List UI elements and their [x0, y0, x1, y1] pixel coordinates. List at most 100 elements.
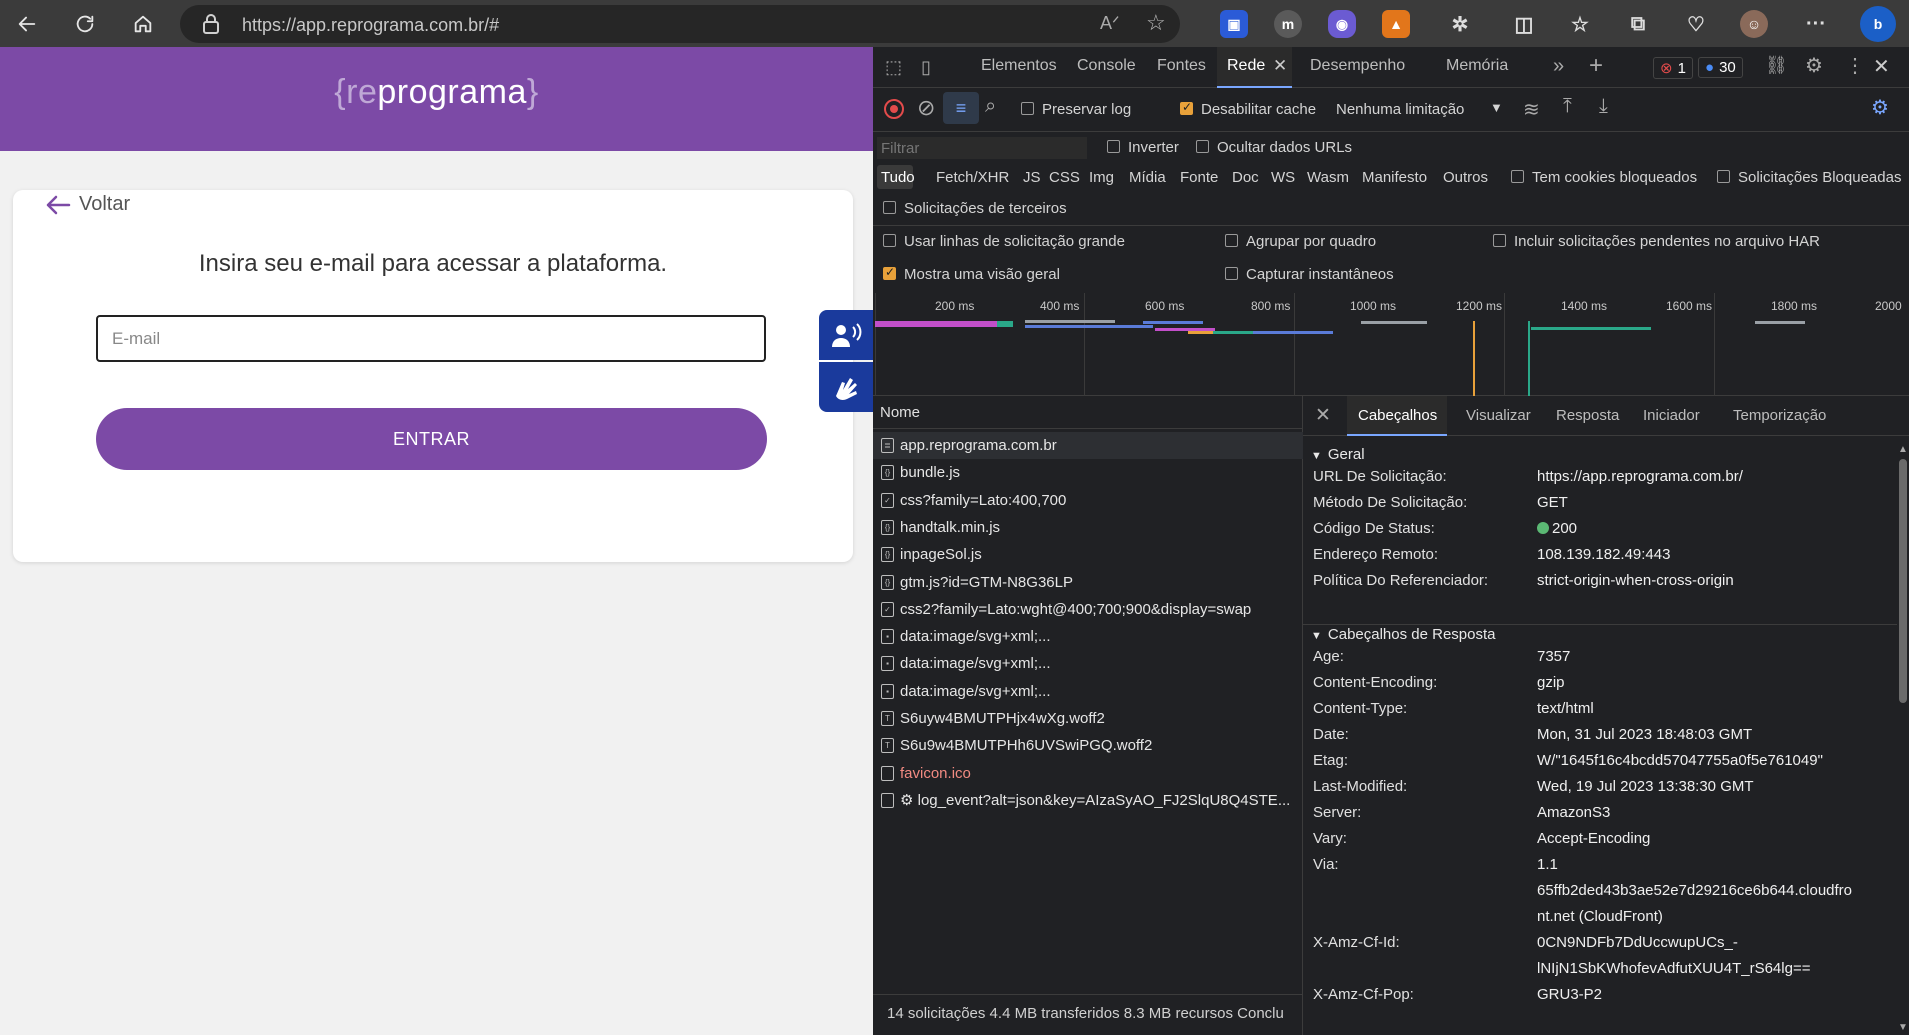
export-har-icon[interactable]: ⤓ — [1599, 95, 1608, 118]
home-icon[interactable] — [126, 7, 160, 41]
add-tab-icon[interactable]: + — [1589, 52, 1603, 80]
type-filter-midia[interactable]: Mídia — [1129, 169, 1166, 186]
type-filter-fonte[interactable]: Fonte — [1180, 169, 1218, 186]
tab-visualizar[interactable]: Visualizar — [1466, 407, 1531, 424]
address-bar[interactable]: https://app.reprograma.com.br/# Aᐟ ☆ — [180, 5, 1180, 43]
back-arrow-icon[interactable] — [10, 7, 44, 41]
clear-icon[interactable]: ⊘ — [917, 95, 935, 121]
filter-icon[interactable]: ≡ — [943, 92, 979, 124]
request-row[interactable]: T S6u9w4BMUTPHh6UVSwiPGQ.woff2 — [873, 732, 1303, 759]
group-by-frame-checkbox[interactable]: Agrupar por quadro — [1225, 233, 1376, 250]
settings-gear-icon[interactable]: ⚙ — [1805, 53, 1823, 78]
type-filter-ws[interactable]: WS — [1271, 169, 1295, 186]
network-conditions-icon[interactable]: ≋ — [1523, 97, 1540, 122]
type-filter-js[interactable]: JS — [1023, 169, 1041, 186]
inspect-element-icon[interactable]: ⬚ — [885, 57, 902, 78]
import-har-icon[interactable]: ⤒ — [1563, 95, 1572, 118]
refresh-icon[interactable] — [68, 7, 102, 41]
device-toolbar-icon[interactable]: ▯ — [921, 57, 931, 78]
split-screen-icon[interactable]: ◫ — [1510, 10, 1538, 38]
close-details-icon[interactable]: ✕ — [1315, 404, 1331, 427]
request-row[interactable]: ⚙ log_event?alt=json&key=AIzaSyAO_FJ2Slq… — [873, 787, 1303, 814]
scroll-down-icon[interactable]: ▼ — [1898, 1022, 1908, 1033]
more-menu-icon[interactable]: ··· — [1802, 10, 1830, 38]
type-filter-manifesto[interactable]: Manifesto — [1362, 169, 1427, 186]
response-headers-section[interactable]: ▼ Cabeçalhos de Resposta — [1311, 626, 1496, 643]
type-filter-img[interactable]: Img — [1089, 169, 1114, 186]
extension-shield-icon[interactable]: ▣ — [1220, 10, 1248, 38]
request-row[interactable]: {} gtm.js?id=GTM-N8G36LP — [873, 569, 1303, 596]
include-pending-checkbox[interactable]: Incluir solicitações pendentes no arquiv… — [1493, 233, 1820, 250]
type-filter-doc[interactable]: Doc — [1232, 169, 1259, 186]
handtalk-sign-language-icon[interactable] — [819, 362, 873, 412]
favorites-icon[interactable]: ☆ — [1566, 10, 1594, 38]
extension-m-icon[interactable]: m — [1274, 10, 1302, 38]
third-party-checkbox[interactable]: Solicitações de terceiros — [883, 200, 1067, 217]
scrollbar-thumb[interactable] — [1899, 459, 1907, 703]
message-badge[interactable]: ● 30 — [1698, 57, 1743, 78]
connected-devices-icon[interactable]: ⛓ — [1765, 55, 1788, 76]
close-devtools-icon[interactable]: ✕ — [1873, 54, 1890, 79]
request-row[interactable]: {} handtalk.min.js — [873, 514, 1303, 541]
filter-input[interactable] — [877, 137, 1087, 159]
request-row[interactable]: ▪ data:image/svg+xml;... — [873, 623, 1303, 650]
type-filter-wasm[interactable]: Wasm — [1307, 169, 1349, 186]
tab-desempenho[interactable]: Desempenho — [1310, 57, 1405, 75]
extensions-puzzle-icon[interactable]: ✲ — [1446, 10, 1474, 38]
type-filter-tudo[interactable]: Tudo — [881, 169, 915, 186]
request-row[interactable]: {} inpageSol.js — [873, 541, 1303, 568]
preserve-log-checkbox[interactable]: Preservar log — [1021, 101, 1131, 118]
invert-checkbox[interactable]: Inverter — [1107, 139, 1179, 156]
tab-fontes[interactable]: Fontes — [1157, 57, 1206, 75]
disable-cache-checkbox[interactable]: Desabilitar cache — [1180, 100, 1316, 118]
performance-heart-icon[interactable]: ♡ — [1682, 10, 1710, 38]
screenshots-checkbox[interactable]: Capturar instantâneos — [1225, 266, 1394, 283]
email-field[interactable] — [96, 315, 766, 362]
tab-cabecalhos[interactable]: Cabeçalhos — [1347, 396, 1447, 436]
blocked-requests-checkbox[interactable]: Solicitações Bloqueadas — [1717, 169, 1901, 186]
general-section[interactable]: ▼ Geral — [1311, 446, 1365, 463]
type-filter-fetch[interactable]: Fetch/XHR — [936, 169, 1009, 186]
tab-console[interactable]: Console — [1077, 57, 1136, 75]
back-link[interactable]: Voltar — [45, 193, 130, 216]
error-badge[interactable]: ⊗ 1 — [1653, 57, 1693, 79]
metamask-fox-icon[interactable]: ▲ — [1382, 10, 1410, 38]
request-row[interactable]: {} bundle.js — [873, 459, 1303, 486]
record-stop-icon[interactable] — [884, 99, 904, 119]
avatar[interactable]: ☺ — [1740, 10, 1768, 38]
request-row[interactable]: favicon.ico — [873, 760, 1303, 787]
overview-checkbox[interactable]: Mostra uma visão geral — [883, 265, 1060, 283]
search-icon[interactable]: ⌕ — [985, 95, 996, 118]
request-row[interactable]: ▪ data:image/svg+xml;... — [873, 678, 1303, 705]
kebab-menu-icon[interactable]: ⋮ — [1845, 53, 1865, 78]
read-aloud-icon[interactable]: Aᐟ — [1100, 13, 1120, 34]
collections-icon[interactable]: ⧉ — [1624, 10, 1652, 38]
scroll-up-icon[interactable]: ▲ — [1898, 444, 1908, 455]
network-overview-timeline[interactable]: 200 ms 400 ms 600 ms 800 ms 1000 ms 1200… — [873, 293, 1909, 396]
type-filter-css[interactable]: CSS — [1049, 169, 1080, 186]
tab-memoria[interactable]: Memória — [1446, 57, 1508, 75]
bing-copilot-icon[interactable]: b — [1860, 6, 1896, 42]
tab-resposta[interactable]: Resposta — [1556, 407, 1619, 424]
type-filter-outros[interactable]: Outros — [1443, 169, 1488, 186]
throttling-select[interactable]: Nenhuma limitação ▼ — [1336, 100, 1506, 118]
request-row[interactable]: T S6uyw4BMUTPHjx4wXg.woff2 — [873, 705, 1303, 732]
tab-elementos[interactable]: Elementos — [981, 57, 1057, 75]
details-scrollbar[interactable]: ▲ ▼ — [1897, 444, 1909, 1035]
favorite-star-icon[interactable]: ☆ — [1146, 10, 1166, 36]
more-tabs-chevron-icon[interactable]: » — [1553, 55, 1564, 78]
network-settings-gear-icon[interactable]: ⚙ — [1871, 95, 1889, 120]
request-row[interactable]: ✓ css2?family=Lato:wght@400;700;900&displ… — [873, 596, 1303, 623]
blocked-cookies-checkbox[interactable]: Tem cookies bloqueados — [1511, 169, 1697, 186]
big-rows-checkbox[interactable]: Usar linhas de solicitação grande — [883, 233, 1125, 250]
request-row[interactable]: ✓ css?family=Lato:400,700 — [873, 487, 1303, 514]
handtalk-voice-icon[interactable] — [819, 310, 873, 360]
tab-temporizacao[interactable]: Temporização — [1733, 407, 1826, 424]
tab-rede[interactable]: Rede ✕ — [1217, 47, 1292, 88]
enter-button[interactable]: ENTRAR — [96, 408, 767, 470]
name-column-header[interactable]: Nome — [873, 396, 1303, 429]
close-tab-icon[interactable]: ✕ — [1273, 56, 1287, 76]
hide-data-urls-checkbox[interactable]: Ocultar dados URLs — [1196, 139, 1352, 156]
tab-iniciador[interactable]: Iniciador — [1643, 407, 1700, 424]
extension-gamepad-icon[interactable]: ◉ — [1328, 10, 1356, 38]
